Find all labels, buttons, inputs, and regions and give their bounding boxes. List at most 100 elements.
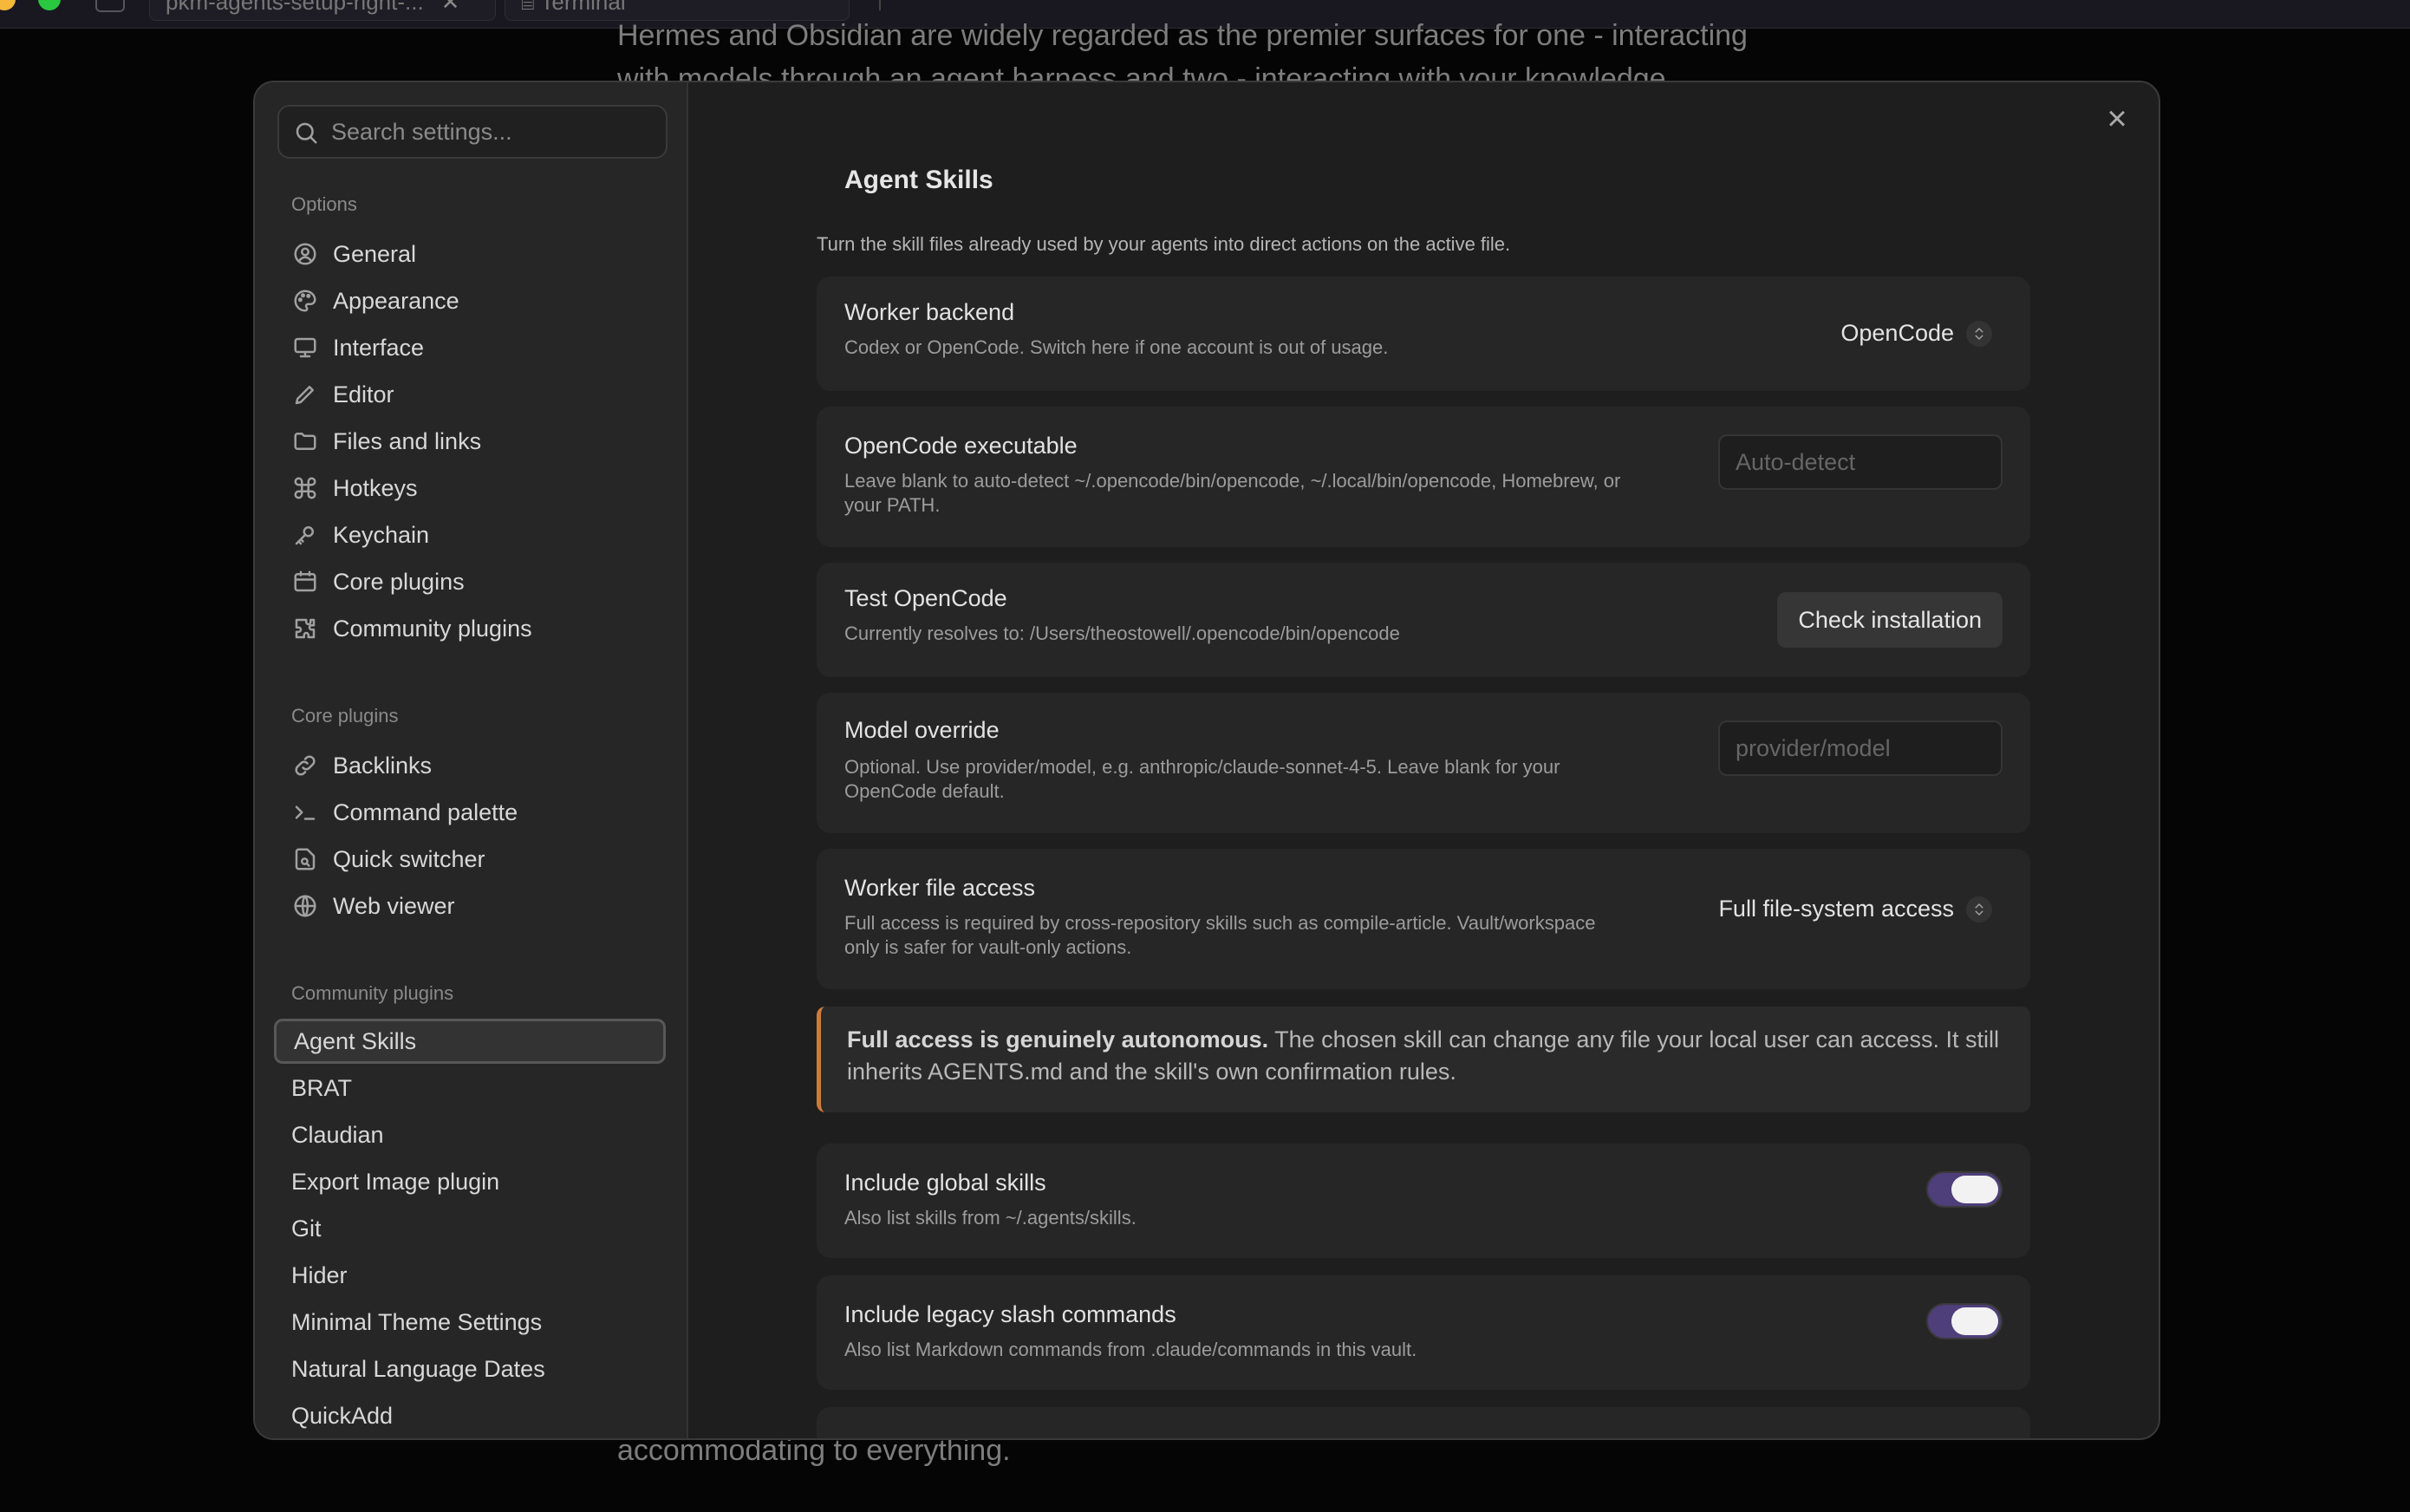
sidebar-item-interface[interactable]: Interface	[274, 325, 666, 370]
sidebar-item-agent-skills[interactable]: Agent Skills	[274, 1019, 666, 1064]
settings-search[interactable]	[277, 105, 668, 159]
sidebar-item-export-image[interactable]: Export Image plugin	[274, 1159, 666, 1204]
puzzle-icon	[295, 618, 316, 639]
setting-name: Include legacy slash commands	[844, 1301, 1176, 1327]
sidebar-item-label: Hotkeys	[333, 474, 418, 501]
backlink-icon	[295, 755, 316, 776]
setting-description: Also list skills from ~/.agents/skills.	[844, 1207, 1137, 1228]
setting-include-legacy-commands: Include legacy slash commands Also list …	[817, 1275, 2030, 1390]
sidebar-item-backlinks[interactable]: Backlinks	[274, 743, 666, 788]
opencode-executable-input[interactable]	[1718, 434, 2003, 490]
terminal-icon: ⌸	[521, 0, 541, 15]
check-installation-button[interactable]: Check installation	[1777, 592, 2003, 648]
sidebar-item-label: Minimal Theme Settings	[291, 1308, 543, 1335]
key-icon	[295, 526, 314, 545]
close-icon[interactable]: ×	[2100, 101, 2134, 136]
setting-worker-backend: Worker backend Codex or OpenCode. Switch…	[817, 277, 2030, 391]
settings-content: × Agent Skills Turn the skill files alre…	[688, 82, 2159, 1438]
setting-opencode-executable: OpenCode executable Leave blank to auto-…	[817, 407, 2030, 547]
group-title-community-plugins: Community plugins	[291, 982, 454, 1004]
toggle-knob	[1951, 1176, 1998, 1203]
tab-terminal[interactable]: ⌸ Terminal	[505, 0, 850, 21]
sidebar-item-files-and-links[interactable]: Files and links	[274, 419, 666, 464]
setting-name: Include global skills	[844, 1170, 1046, 1196]
palette-icon	[294, 290, 316, 312]
global-skills-toggle[interactable]	[1926, 1171, 2003, 1208]
setting-description: Codex or OpenCode. Switch here if one ac…	[844, 336, 1389, 358]
sidebar-item-command-palette[interactable]: Command palette	[274, 790, 666, 835]
minimize-window-button[interactable]	[0, 0, 16, 10]
setting-name: OpenCode executable	[844, 433, 1078, 459]
command-icon	[294, 477, 316, 499]
sidebar-item-claudian[interactable]: Claudian	[274, 1112, 666, 1157]
chevron-up-down-icon	[1966, 896, 1992, 922]
sidebar-item-label: Claudian	[291, 1121, 384, 1148]
setting-description: Optional. Use provider/model, e.g. anthr…	[844, 756, 1560, 778]
chevron-up-down-icon	[1966, 320, 1992, 347]
sidebar-item-brat[interactable]: BRAT	[274, 1066, 666, 1111]
setting-description: Leave blank to auto-detect ~/.opencode/b…	[844, 470, 1621, 492]
callout-bold: Full access is genuinely autonomous.	[847, 1026, 1269, 1053]
dropdown-value: OpenCode	[1840, 320, 1954, 346]
tab-divider	[879, 0, 881, 10]
setting-include-global-skills: Include global skills Also list skills f…	[817, 1144, 2030, 1258]
sidebar-item-hotkeys[interactable]: Hotkeys	[274, 466, 666, 511]
file-access-dropdown[interactable]: Full file-system access	[1718, 896, 1992, 922]
sidebar-item-label: QuickAdd	[291, 1402, 394, 1429]
group-title-options: Options	[291, 193, 357, 215]
globe-icon	[294, 895, 316, 917]
sidebar-item-keychain[interactable]: Keychain	[274, 512, 666, 557]
setting-name: Worker file access	[844, 875, 1036, 901]
toggle-knob	[1951, 1307, 1998, 1335]
file-search-icon	[295, 848, 316, 870]
sidebar-item-natural-language-dates[interactable]: Natural Language Dates	[274, 1346, 666, 1391]
zoom-window-button[interactable]	[38, 0, 61, 10]
tab-document-label: pkm-agents-setup-right-...	[166, 0, 424, 15]
dropdown-value: Full file-system access	[1718, 896, 1954, 922]
tab-document[interactable]: pkm-agents-setup-right-... ✕	[149, 0, 496, 21]
sidebar-item-quickadd[interactable]: QuickAdd	[274, 1393, 666, 1438]
tab-close-icon[interactable]: ✕	[441, 0, 460, 15]
group-title-core-plugins: Core plugins	[291, 705, 399, 727]
sidebar-item-minimal-theme-settings[interactable]: Minimal Theme Settings	[274, 1300, 666, 1345]
sidebar-toggle-icon[interactable]	[95, 0, 125, 12]
sidebar-item-label: Appearance	[333, 287, 459, 314]
setting-additional-partial	[817, 1407, 2030, 1438]
sidebar-item-git[interactable]: Git	[274, 1206, 666, 1251]
sidebar-item-label: BRAT	[291, 1074, 353, 1101]
sidebar-item-label: Backlinks	[333, 752, 433, 779]
sidebar-item-quick-switcher[interactable]: Quick switcher	[274, 837, 666, 882]
sidebar-item-core-plugins[interactable]: Core plugins	[274, 559, 666, 604]
folder-icon	[294, 433, 316, 450]
setting-description: OpenCode default.	[844, 780, 1005, 802]
sidebar-item-hider[interactable]: Hider	[274, 1253, 666, 1298]
calendar-icon	[294, 570, 316, 592]
sidebar-item-label: Core plugins	[333, 568, 465, 595]
model-override-input[interactable]	[1718, 720, 2003, 776]
sidebar-item-label: Git	[291, 1215, 322, 1242]
search-input[interactable]	[331, 107, 661, 157]
monitor-icon	[294, 337, 316, 358]
search-icon	[296, 122, 317, 144]
page-title: Agent Skills	[844, 166, 993, 194]
setting-name: Worker backend	[844, 299, 1015, 325]
sidebar-item-label: Editor	[333, 381, 394, 407]
setting-name: Test OpenCode	[844, 585, 1007, 611]
sidebar-item-general[interactable]: General	[274, 231, 666, 277]
pencil-icon	[295, 386, 314, 405]
warning-callout: Full access is genuinely autonomous. The…	[817, 1007, 2030, 1112]
setting-model-override: Model override Optional. Use provider/mo…	[817, 693, 2030, 833]
legacy-commands-toggle[interactable]	[1926, 1303, 2003, 1339]
sidebar-item-label: Keychain	[333, 521, 430, 548]
sidebar-item-editor[interactable]: Editor	[274, 372, 666, 417]
setting-description: Also list Markdown commands from .claude…	[844, 1339, 1417, 1360]
worker-backend-dropdown[interactable]: OpenCode	[1840, 320, 1992, 347]
sidebar-item-label: Quick switcher	[333, 845, 485, 872]
setting-name: Model override	[844, 717, 1000, 743]
setting-test-opencode: Test OpenCode Currently resolves to: /Us…	[817, 563, 2030, 677]
sidebar-item-appearance[interactable]: Appearance	[274, 278, 666, 323]
sidebar-item-community-plugins[interactable]: Community plugins	[274, 606, 666, 651]
terminal-icon	[295, 805, 316, 820]
setting-description: your PATH.	[844, 494, 941, 516]
sidebar-item-web-viewer[interactable]: Web viewer	[274, 883, 666, 929]
